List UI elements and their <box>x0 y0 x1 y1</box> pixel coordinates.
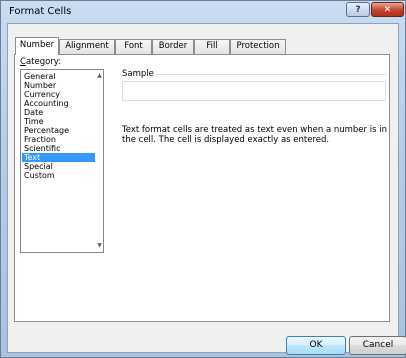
tab-protection[interactable]: Protection <box>230 39 286 54</box>
category-label: Category: <box>20 57 61 67</box>
scroll-down-arrow-icon[interactable]: ▼ <box>96 242 103 250</box>
sample-group: Sample <box>122 69 386 103</box>
cancel-button[interactable]: Cancel <box>349 336 406 355</box>
category-item-fraction[interactable]: Fraction <box>22 135 95 144</box>
category-item-custom[interactable]: Custom <box>22 171 95 180</box>
format-description: Text format cells are treated as text ev… <box>122 125 387 145</box>
category-item-special[interactable]: Special <box>22 162 95 171</box>
tab-border[interactable]: Border <box>152 39 194 54</box>
category-item-accounting[interactable]: Accounting <box>22 99 95 108</box>
category-item-percentage[interactable]: Percentage <box>22 126 95 135</box>
category-item-date[interactable]: Date <box>22 108 95 117</box>
tab-number[interactable]: Number <box>15 37 59 55</box>
tab-fill[interactable]: Fill <box>194 39 230 54</box>
help-button[interactable]: ? <box>346 2 370 17</box>
category-label-text: ategory: <box>25 57 62 67</box>
category-item-number[interactable]: Number <box>22 81 95 90</box>
category-item-text[interactable]: Text <box>22 153 95 162</box>
sample-label: Sample <box>122 69 157 79</box>
sample-group-divider <box>156 74 386 75</box>
number-tab-panel: Category: General Number Currency Accoun… <box>14 54 390 322</box>
title-bar[interactable]: Format Cells ? ✕ <box>1 1 405 23</box>
ok-button[interactable]: OK <box>286 336 346 355</box>
tab-font[interactable]: Font <box>115 39 152 54</box>
category-item-time[interactable]: Time <box>22 117 95 126</box>
category-item-scientific[interactable]: Scientific <box>22 144 95 153</box>
tab-alignment[interactable]: Alignment <box>59 39 115 54</box>
sample-preview <box>122 81 386 101</box>
category-item-currency[interactable]: Currency <box>22 90 95 99</box>
category-listbox[interactable]: General Number Currency Accounting Date … <box>20 69 104 253</box>
category-item-general[interactable]: General <box>22 72 95 81</box>
close-button[interactable]: ✕ <box>371 2 404 17</box>
dialog-title: Format Cells <box>9 6 72 17</box>
format-cells-dialog: Format Cells ? ✕ Number Alignment Font B… <box>0 0 406 358</box>
scroll-up-arrow-icon[interactable]: ▲ <box>96 72 103 80</box>
dialog-client-area: Number Alignment Font Border Fill Protec… <box>7 23 406 355</box>
